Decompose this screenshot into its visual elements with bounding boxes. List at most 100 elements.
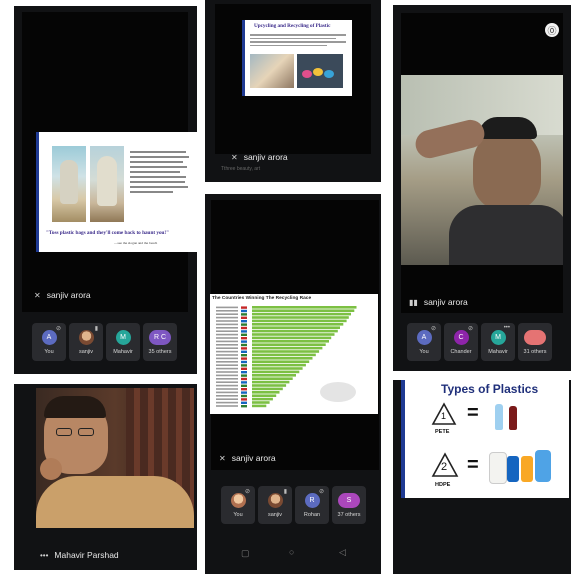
participant-tile[interactable]: R C 35 others xyxy=(143,323,177,361)
participant-video xyxy=(36,388,194,528)
country-label xyxy=(216,313,238,315)
country-label xyxy=(216,388,238,390)
chart-bar xyxy=(252,367,303,370)
country-label xyxy=(216,316,238,319)
participant-tile[interactable]: ▮ sanjiv xyxy=(258,486,292,524)
recycling-bar-chart xyxy=(216,306,357,408)
avatar: S xyxy=(338,493,360,508)
slide-photo xyxy=(250,54,294,88)
back-button[interactable]: ◁ xyxy=(339,547,346,558)
country-label xyxy=(216,357,238,360)
slide-text xyxy=(130,148,192,220)
detergent-bottle-icon xyxy=(535,450,551,482)
country-label xyxy=(216,395,238,397)
participant-video xyxy=(401,75,563,265)
audio-icon: ▮ xyxy=(94,326,98,332)
country-label xyxy=(216,350,238,353)
participant-tile[interactable]: ▮ sanjiv xyxy=(69,323,103,361)
avatar xyxy=(524,330,546,345)
recents-button[interactable]: ▢ xyxy=(241,548,250,559)
flag-icon xyxy=(241,330,247,333)
detergent-bottle-icon xyxy=(507,456,519,482)
shared-slide: Upcycling and Recycling of Plastic xyxy=(242,20,352,96)
country-label xyxy=(216,378,238,380)
flag-icon xyxy=(241,326,247,330)
participant-name: sanjiv xyxy=(267,512,283,518)
mic-off-icon: ⊘ xyxy=(244,489,250,495)
chart-bar xyxy=(252,319,347,323)
country-label xyxy=(216,340,238,343)
slide-quote: "Toss plastic bags and they'll come back… xyxy=(46,230,170,236)
country-label xyxy=(216,333,238,336)
country-label xyxy=(216,320,238,322)
android-nav-bar: ▢ ○ ◁ xyxy=(205,546,381,566)
avatar: A xyxy=(416,330,432,345)
shared-slide: Types of Plastics 1 PETE = 2 HDPE = xyxy=(401,380,569,498)
equals-sign: = xyxy=(467,454,479,476)
flag-icon xyxy=(241,340,247,343)
chart-bar xyxy=(252,323,344,326)
country-label xyxy=(216,344,238,346)
chart-bar xyxy=(252,357,313,360)
country-label xyxy=(216,347,238,349)
participant-tile[interactable]: ⊘ A You xyxy=(32,323,66,361)
flag-icon xyxy=(241,306,247,309)
chart-bar xyxy=(252,340,329,343)
chart-bar xyxy=(252,306,357,309)
country-label xyxy=(216,384,238,387)
phone-panel-2: Upcycling and Recycling of Plastic ✕ sanj… xyxy=(205,0,381,182)
flag-icon xyxy=(241,337,247,340)
slide-photo xyxy=(297,54,343,88)
chart-bar xyxy=(252,387,283,391)
audio-icon: ▮▮ xyxy=(409,298,418,307)
flag-icon xyxy=(241,391,247,394)
mic-off-icon: ✕ xyxy=(219,454,226,463)
info-icon[interactable]: ⓪ xyxy=(545,23,559,37)
mic-off-icon: ✕ xyxy=(34,291,41,300)
home-button[interactable]: ○ xyxy=(289,547,294,557)
chart-bar xyxy=(252,309,355,312)
detergent-bottle-icon xyxy=(521,456,533,482)
avatar: C xyxy=(453,330,469,345)
mic-off-icon: ⊘ xyxy=(467,326,473,332)
country-label xyxy=(216,327,238,329)
flag-icon xyxy=(241,394,247,398)
slide-photo xyxy=(90,146,124,222)
participant-tile[interactable]: ⊘ You xyxy=(221,486,255,524)
participant-bar: ⊘ A You ⊘ C Chander ••• M Mahavir 31 oth… xyxy=(407,323,552,361)
participant-name: 31 others xyxy=(523,349,547,355)
participant-tile[interactable]: ⊘ R Rohan xyxy=(295,486,329,524)
phone-panel-5: ••• Mahavir Parshad xyxy=(14,384,197,570)
slide-quote-attr: —see the slogan and the beach xyxy=(114,241,158,245)
caption-text: Tthree beauty, art xyxy=(221,166,261,172)
participant-tile[interactable]: M Mahavir xyxy=(106,323,140,361)
chart-bar xyxy=(252,401,270,404)
avatar xyxy=(230,493,246,508)
avatar: M xyxy=(490,330,506,345)
mic-off-icon: ⊘ xyxy=(318,489,324,495)
participant-name: Mahavir xyxy=(488,349,508,355)
avatar: M xyxy=(115,330,131,345)
flag-icon xyxy=(241,350,247,353)
participant-name: You xyxy=(233,512,243,518)
soda-bottle-icon xyxy=(509,406,517,430)
more-icon: ••• xyxy=(40,551,49,560)
participant-tile[interactable]: ⊘ A You xyxy=(407,323,441,361)
country-label xyxy=(216,367,238,370)
chart-title: The Countries Winning The Recycling Race xyxy=(212,296,312,301)
recycle-code-2-icon: 2 xyxy=(431,452,459,480)
country-label xyxy=(216,398,238,400)
participant-tile[interactable]: S 37 others xyxy=(332,486,366,524)
slide-title: Types of Plastics xyxy=(441,382,539,396)
country-label xyxy=(216,371,238,373)
participant-tile[interactable]: ⊘ C Chander xyxy=(444,323,478,361)
country-label xyxy=(216,361,238,363)
chart-bar xyxy=(252,316,349,319)
chart-bar xyxy=(252,380,290,384)
country-label xyxy=(216,306,238,309)
participant-name: Rohan xyxy=(303,512,321,518)
slide-accent xyxy=(36,132,39,252)
participant-name: 35 others xyxy=(148,349,172,355)
participant-tile[interactable]: ••• M Mahavir xyxy=(481,323,515,361)
participant-tile[interactable]: 31 others xyxy=(518,323,552,361)
